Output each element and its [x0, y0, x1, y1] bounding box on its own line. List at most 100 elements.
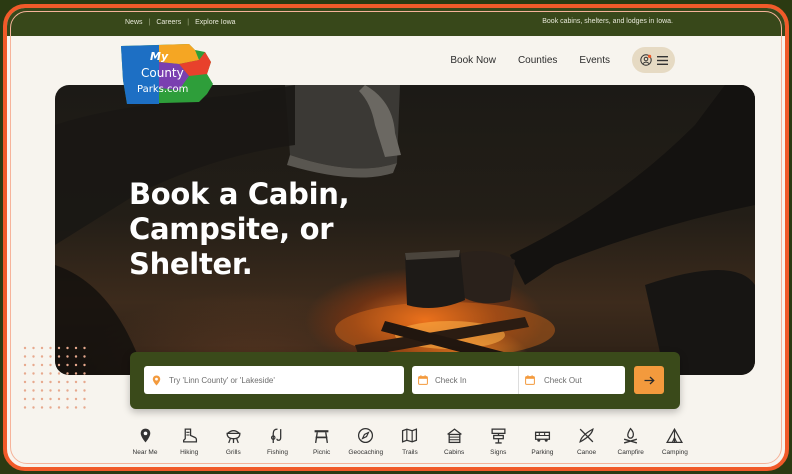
- decorative-dot: [66, 406, 69, 409]
- decorative-dot: [23, 346, 27, 350]
- decorative-dot: [49, 380, 52, 384]
- decorative-dot: [83, 355, 86, 358]
- check-in-input[interactable]: Check In: [412, 366, 519, 394]
- decorative-dot: [83, 406, 86, 409]
- decorative-dot: [83, 372, 86, 375]
- decorative-dot: [23, 406, 27, 409]
- category-geocaching[interactable]: Geocaching: [346, 427, 386, 467]
- decorative-dot: [66, 397, 69, 401]
- category-campfire[interactable]: Campfire: [611, 427, 651, 467]
- decorative-dot: [83, 380, 86, 384]
- fishing-icon: [270, 428, 282, 443]
- pin-icon: [140, 428, 150, 443]
- utility-links: News | Careers | Explore Iowa: [125, 19, 236, 26]
- hero-heading-line: Shelter.: [129, 247, 253, 281]
- decorative-dot: [74, 346, 78, 350]
- category-cabins[interactable]: Cabins: [434, 427, 474, 467]
- decorative-dot: [49, 346, 52, 350]
- decorative-dot: [32, 346, 35, 350]
- decorative-dot: [57, 372, 61, 375]
- decorative-dot: [66, 389, 69, 392]
- site-logo[interactable]: My County Parks.com: [119, 40, 215, 106]
- nav-counties[interactable]: Counties: [518, 55, 557, 66]
- decorative-dot: [23, 380, 27, 384]
- nav-events[interactable]: Events: [579, 55, 610, 66]
- decorative-dot: [57, 363, 61, 367]
- decorative-dot: [49, 372, 52, 375]
- decorative-dot: [40, 406, 44, 409]
- category-label: Parking: [531, 449, 554, 456]
- decorative-dot: [32, 397, 35, 401]
- decorative-dot: [23, 355, 27, 358]
- campfire-icon: [624, 427, 638, 444]
- category-label: Campfire: [617, 449, 644, 456]
- careers-link[interactable]: Careers: [156, 19, 181, 26]
- category-grills[interactable]: Grills: [213, 427, 253, 467]
- hero-heading: Book a Cabin, Campsite, or Shelter.: [129, 177, 409, 282]
- picnic-table-icon: [314, 430, 329, 444]
- boot-icon: [182, 428, 197, 443]
- divider: |: [187, 18, 190, 26]
- logo-text-parks: Parks.com: [137, 84, 188, 95]
- decorative-dot: [57, 380, 61, 384]
- decorative-dot: [49, 355, 52, 358]
- utility-bar: News | Careers | Explore Iowa Book cabin…: [7, 8, 785, 36]
- news-link[interactable]: News: [125, 19, 143, 26]
- decorative-dot-grid: [23, 346, 86, 409]
- decorative-dot: [32, 406, 35, 409]
- category-fishing[interactable]: Fishing: [257, 427, 297, 467]
- decorative-dot: [23, 389, 27, 392]
- decorative-dot: [32, 363, 35, 367]
- decorative-dot: [32, 372, 35, 375]
- cabin-icon: [446, 428, 462, 444]
- decorative-dot: [40, 397, 44, 401]
- decorative-dot: [40, 389, 44, 392]
- decorative-dot: [83, 346, 86, 350]
- tent-icon: [666, 427, 684, 444]
- location-placeholder: Try 'Linn County' or 'Lakeside': [169, 375, 275, 385]
- calendar-icon: [418, 375, 428, 385]
- decorative-dot: [66, 380, 69, 384]
- decorative-dot: [23, 363, 27, 367]
- category-canoe[interactable]: Canoe: [567, 427, 607, 467]
- decorative-dot: [49, 397, 52, 401]
- decorative-dot: [74, 363, 78, 367]
- category-label: Picnic: [312, 449, 331, 456]
- decorative-dot: [83, 397, 86, 401]
- search-submit-button[interactable]: [634, 366, 664, 394]
- category-label: Grills: [225, 449, 241, 456]
- check-out-input[interactable]: Check Out: [519, 366, 625, 394]
- location-search-input[interactable]: Try 'Linn County' or 'Lakeside': [144, 366, 404, 394]
- category-label: Cabins: [443, 449, 465, 456]
- category-camping[interactable]: Camping: [655, 427, 695, 467]
- category-label: Canoe: [576, 449, 597, 456]
- arrow-right-icon: [644, 376, 655, 384]
- account-menu-button[interactable]: [632, 47, 675, 73]
- category-hiking[interactable]: Hiking: [169, 427, 209, 467]
- decorative-dot: [57, 346, 61, 350]
- decorative-dot: [49, 389, 52, 392]
- map-icon: [402, 428, 418, 443]
- canoe-icon: [579, 427, 594, 444]
- category-picnic[interactable]: Picnic: [302, 427, 342, 467]
- decorative-dot: [49, 363, 52, 367]
- decorative-dot: [74, 380, 78, 384]
- category-parking[interactable]: Parking: [522, 427, 562, 467]
- decorative-dot: [74, 355, 78, 358]
- explore-iowa-link[interactable]: Explore Iowa: [195, 19, 235, 26]
- decorative-dot: [23, 372, 27, 375]
- category-signs[interactable]: Signs: [478, 427, 518, 467]
- decorative-dot: [74, 372, 78, 375]
- decorative-dot: [32, 380, 35, 384]
- category-label: Camping: [661, 449, 688, 456]
- car-icon: [534, 431, 550, 442]
- category-near-me[interactable]: Near Me: [125, 427, 165, 467]
- category-label: Trails: [402, 449, 418, 456]
- nav-book-now[interactable]: Book Now: [450, 55, 496, 66]
- category-trails[interactable]: Trails: [390, 427, 430, 467]
- booking-search-bar: Try 'Linn County' or 'Lakeside' Check In…: [130, 352, 680, 409]
- decorative-dot: [40, 363, 44, 367]
- decorative-dot: [40, 346, 44, 350]
- hero-heading-line: Campsite, or: [129, 212, 334, 246]
- calendar-icon: [525, 375, 535, 385]
